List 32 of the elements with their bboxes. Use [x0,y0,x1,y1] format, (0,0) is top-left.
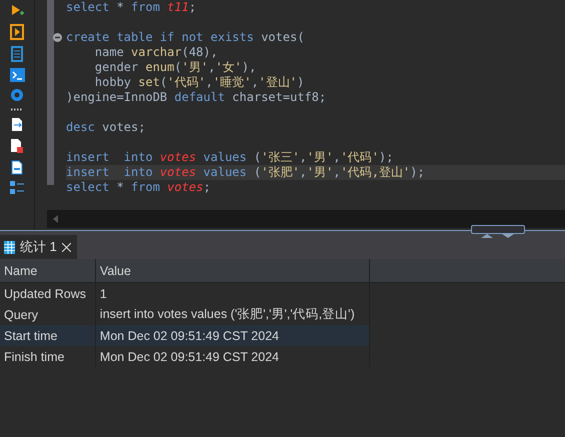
gear-icon[interactable] [10,88,24,102]
file-icon[interactable] [11,160,23,175]
horizontal-scrollbar[interactable] [47,210,565,228]
file-error-icon[interactable] [10,138,24,154]
code-line: insert into votes values ('张三','男','代码'); [66,150,394,165]
table-cell: 1 [95,282,370,304]
table-cell: Finish time [0,346,96,367]
grid-icon [4,240,15,254]
code-line: select * from votes; [66,180,212,195]
run-script-icon[interactable] [10,24,24,40]
code-line: name varchar(48), [94,45,219,60]
code-line: desc votes; [66,120,146,135]
collapse-icon[interactable] [53,33,62,42]
table-cell: Mon Dec 02 09:51:49 CST 2024 [95,325,370,346]
terminal-icon[interactable] [10,68,24,82]
table-cell: Updated Rows [0,282,96,304]
table-cell: Start time [0,325,96,346]
code-line: gender enum('男','女'), [94,60,258,75]
result-tab[interactable]: 统计 1 [0,235,77,259]
code-line: select * from t11; [66,0,198,15]
column-header[interactable]: Name [0,259,96,282]
more-icon[interactable] [10,108,24,111]
close-icon[interactable] [62,242,71,252]
export-file-icon[interactable] [11,117,23,132]
document-icon[interactable] [11,46,23,62]
code-line: )engine=InnoDB default charset=utf8; [66,90,328,105]
column-header[interactable]: Value [95,259,370,282]
run-icon[interactable] [10,4,24,18]
code-line: hobby set('代码','睡觉','登山') [94,75,306,90]
list-icon[interactable] [10,181,24,195]
table-cell: Mon Dec 02 09:51:49 CST 2024 [95,346,370,367]
code-line: create table if not exists votes( [66,30,306,45]
